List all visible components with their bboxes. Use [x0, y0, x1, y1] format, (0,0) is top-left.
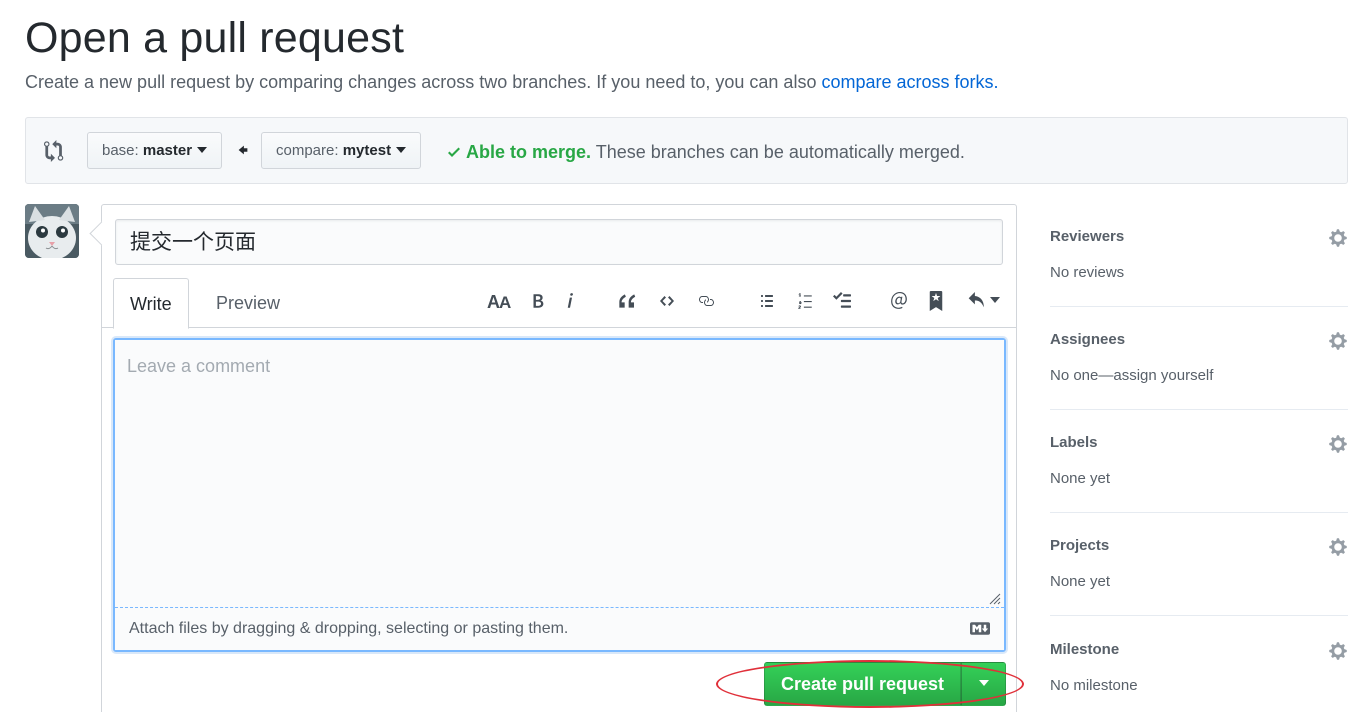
svg-text:A: A — [499, 293, 511, 310]
sidebar-value: No milestone — [1050, 677, 1138, 694]
compare-prefix: compare: — [276, 142, 343, 159]
chevron-down-icon — [978, 680, 989, 686]
subtitle-text: Create a new pull request by comparing c… — [25, 72, 822, 92]
gear-icon[interactable] — [1328, 331, 1348, 351]
reply-dropdown-icon[interactable] — [964, 289, 1000, 313]
sidebar-item-milestone[interactable]: Milestone No milestone — [1050, 617, 1348, 712]
sidebar-value: None yet — [1050, 470, 1111, 487]
chevron-down-icon — [989, 297, 1000, 303]
link-icon[interactable] — [694, 289, 718, 313]
merge-status: Able to merge. These branches can be aut… — [446, 142, 965, 163]
attach-files-text: Attach files by dragging & dropping, sel… — [129, 620, 569, 637]
header-icon[interactable]: AA — [486, 289, 514, 313]
sidebar-value: None yet — [1050, 573, 1111, 590]
create-pr-dropdown-button[interactable] — [961, 662, 1007, 706]
check-icon — [448, 147, 460, 157]
comment-textarea[interactable]: Leave a comment — [115, 340, 1004, 608]
editor-tabs: Write Preview AA — [102, 277, 1016, 329]
sidebar-item-reviewers[interactable]: Reviewers No reviews — [1050, 204, 1348, 307]
merge-detail-text: These branches can be automatically merg… — [591, 142, 965, 162]
sidebar-heading: Labels — [1050, 434, 1098, 451]
attach-files-bar[interactable]: Attach files by dragging & dropping, sel… — [115, 608, 1004, 650]
compare-branch-name: mytest — [342, 142, 392, 159]
sidebar-value: No one—assign yourself — [1050, 367, 1214, 384]
gear-icon[interactable] — [1328, 228, 1348, 248]
title-input[interactable]: 提交一个页面 — [115, 219, 1003, 265]
arrow-left-icon — [238, 145, 248, 155]
numbered-list-icon[interactable] — [793, 289, 817, 313]
chevron-down-icon — [396, 147, 407, 154]
gear-icon[interactable] — [1328, 434, 1348, 454]
italic-icon[interactable] — [562, 289, 578, 313]
saved-reply-icon[interactable] — [926, 289, 946, 313]
avatar[interactable] — [25, 204, 79, 258]
base-branch-name: master — [142, 142, 193, 159]
sidebar-item-labels[interactable]: Labels None yet — [1050, 410, 1348, 513]
sidebar-item-projects[interactable]: Projects None yet — [1050, 513, 1348, 616]
sidebar-heading: Milestone — [1050, 641, 1120, 658]
create-pr-button-group: Create pull request — [764, 662, 1007, 706]
page-title: Open a pull request — [25, 14, 405, 62]
branch-range-bar: base: master compare: mytest Able to mer… — [25, 117, 1348, 184]
comment-field[interactable]: Leave a comment Attach files by dragging… — [113, 338, 1006, 652]
task-list-icon[interactable] — [829, 289, 855, 313]
compare-branch-button[interactable]: compare: mytest — [261, 132, 422, 169]
compare-across-forks-link[interactable]: compare across forks. — [821, 72, 998, 92]
sidebar-heading: Assignees — [1050, 331, 1126, 348]
resize-handle-icon[interactable] — [989, 593, 1001, 605]
pull-request-form: 提交一个页面 Write Preview AA Leave a comment … — [101, 204, 1017, 712]
mention-icon[interactable] — [888, 289, 910, 313]
bold-icon[interactable] — [528, 289, 548, 313]
page-subtitle: Create a new pull request by comparing c… — [25, 72, 999, 93]
merge-ok-text: Able to merge. — [466, 142, 592, 162]
sidebar-heading: Reviewers — [1050, 228, 1125, 245]
code-icon[interactable] — [655, 289, 679, 313]
gear-icon[interactable] — [1328, 537, 1348, 557]
chevron-down-icon — [197, 147, 208, 154]
bulleted-list-icon[interactable] — [755, 289, 779, 313]
base-prefix: base: — [102, 142, 143, 159]
markdown-toolbar: AA — [102, 277, 1016, 325]
markdown-icon[interactable] — [970, 622, 990, 635]
sidebar-item-assignees[interactable]: Assignees No one—assign yourself — [1050, 307, 1348, 410]
gear-icon[interactable] — [1328, 641, 1348, 661]
create-pull-request-button[interactable]: Create pull request — [764, 662, 962, 706]
compare-icon — [44, 140, 64, 162]
quote-icon[interactable] — [614, 289, 638, 313]
base-branch-button[interactable]: base: master — [87, 132, 223, 169]
cat-avatar-image — [25, 204, 79, 258]
sidebar-value: No reviews — [1050, 264, 1125, 281]
sidebar-heading: Projects — [1050, 537, 1110, 554]
